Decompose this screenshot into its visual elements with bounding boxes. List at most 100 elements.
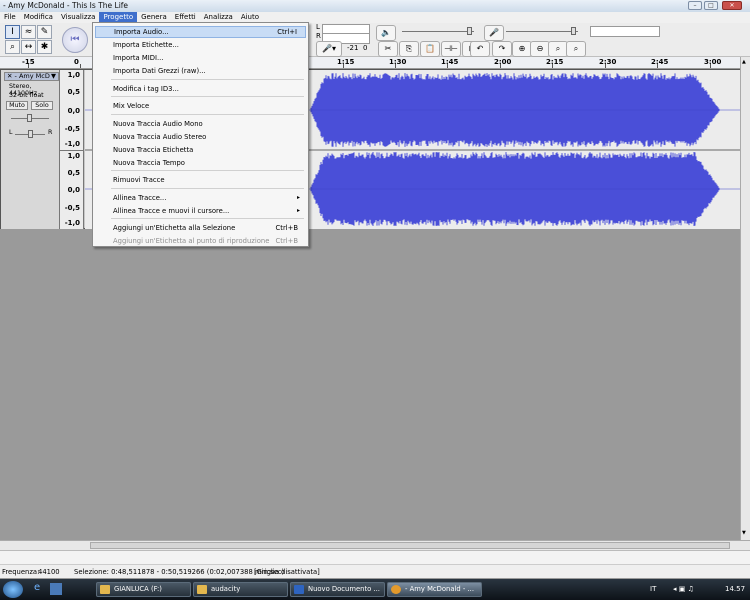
cut-icon[interactable]: ✂ [378, 41, 398, 57]
project-menu-item[interactable]: Modifica i tag ID3... [95, 83, 306, 95]
undo-icon[interactable]: ↶ [470, 41, 490, 57]
project-menu-item[interactable]: Nuova Traccia Tempo [95, 157, 306, 169]
ruler-tick-mark [447, 64, 448, 68]
playback-volume-slider[interactable] [467, 27, 472, 35]
close-button[interactable]: ✕ [722, 1, 742, 10]
close-icon[interactable]: ✕ [7, 72, 12, 80]
vertical-scrollbar[interactable]: ▲ ▼ [740, 57, 750, 540]
menu-modifica[interactable]: Modifica [20, 12, 57, 23]
minimize-button[interactable]: – [688, 1, 702, 10]
project-menu-item[interactable]: Importa Dati Grezzi (raw)... [95, 65, 306, 77]
ruler-tick-mark [395, 64, 396, 68]
project-menu-item[interactable]: Allinea Tracce e muovi il cursore... ▸ [95, 205, 306, 217]
project-menu-item[interactable]: Aggiungi un'Etichetta alla Selezione Ctrl… [95, 222, 306, 234]
clock[interactable]: 14.57 [725, 585, 745, 593]
fit-selection-icon[interactable]: ⌕ [548, 41, 568, 57]
fit-project-icon[interactable]: ⌕ [566, 41, 586, 57]
project-menu-item-label: Importa MIDI... [113, 54, 164, 62]
menu-file[interactable]: File [0, 12, 20, 23]
ruler-tick-label: 2:45 [651, 58, 669, 66]
project-menu-item-label: Modifica i tag ID3... [113, 85, 179, 93]
track-name-dropdown[interactable]: ✕ - Amy McD ▼ [4, 72, 59, 81]
ruler-tick-label: 2:30 [599, 58, 617, 66]
project-menu-item[interactable]: Rimuovi Tracce [95, 174, 306, 186]
language-indicator[interactable]: IT [650, 585, 656, 593]
paste-icon[interactable]: 📋 [420, 41, 440, 57]
mic-icon[interactable]: 🎤 [484, 25, 504, 41]
draw-tool-icon[interactable]: ✎ [37, 25, 52, 39]
maximize-button[interactable]: □ [704, 1, 718, 10]
submenu-arrow-icon: ▸ [296, 207, 300, 214]
envelope-tool-icon[interactable]: ≈ [21, 25, 36, 39]
zoom-in-icon[interactable]: ⊕ [512, 41, 532, 57]
frequency-value[interactable]: 44100 [38, 568, 60, 576]
project-menu-item-label: Nuova Traccia Audio Mono [113, 120, 203, 128]
menu-shortcut: Ctrl+I [277, 28, 297, 36]
ie-icon[interactable]: e [34, 582, 44, 596]
selection-tool-icon[interactable]: I [5, 25, 20, 39]
menu-separator [111, 79, 304, 80]
project-menu-item[interactable]: Mix Veloce [95, 100, 306, 112]
start-button[interactable] [3, 581, 23, 598]
track-name: - Amy McD [14, 72, 50, 80]
mute-button[interactable]: Muto [6, 101, 28, 110]
solo-button[interactable]: Solo [31, 101, 53, 110]
project-menu-item-label: Importa Dati Grezzi (raw)... [113, 67, 206, 75]
project-menu-item[interactable]: Nuova Traccia Audio Stereo [95, 131, 306, 143]
meter-left-label: L [316, 23, 320, 31]
taskbar-button-audacity-folder[interactable]: audacity [193, 582, 288, 597]
taskbar-button-audacity[interactable]: - Amy McDonald - ... [387, 582, 482, 597]
meter-right-label: R [316, 32, 321, 40]
horizontal-scroll-thumb[interactable] [90, 542, 730, 549]
redo-icon[interactable]: ↷ [492, 41, 512, 57]
selection-toolbar [0, 551, 750, 565]
project-menu-item[interactable]: Importa Audio... Ctrl+I [95, 26, 306, 38]
zoom-out-icon[interactable]: ⊖ [530, 41, 550, 57]
zoom-tool-icon[interactable]: ⌕ [5, 40, 20, 54]
project-menu-item-label: Allinea Tracce... [113, 194, 167, 202]
scroll-down-icon[interactable]: ▼ [742, 530, 749, 537]
taskbar-button-document[interactable]: Nuovo Documento ... [290, 582, 385, 597]
project-menu-item[interactable]: Allinea Tracce... ▸ [95, 192, 306, 204]
taskbar-button-gianluca[interactable]: GIANLUCA (F:) [96, 582, 191, 597]
menu-shortcut: Ctrl+B [275, 224, 298, 232]
ruler-tick-label: 0 [74, 58, 79, 66]
gain-slider[interactable] [27, 114, 32, 122]
menu-shortcut: Ctrl+B [275, 237, 298, 245]
mic-dropdown-icon[interactable]: 🎤▾ [316, 41, 342, 57]
ruler-tick-mark [605, 64, 606, 68]
project-menu-item[interactable]: Nuova Traccia Audio Mono [95, 118, 306, 130]
project-menu: Importa Audio... Ctrl+I Importa Etichette.… [92, 22, 309, 247]
copy-icon[interactable]: ⎘ [399, 41, 419, 57]
horizontal-scrollbar[interactable] [0, 540, 750, 550]
project-menu-item-label: Nuova Traccia Etichetta [113, 146, 194, 154]
pan-slider[interactable] [28, 130, 33, 138]
menu-separator [111, 96, 304, 97]
input-device-select[interactable] [590, 26, 660, 37]
skip-start-icon[interactable]: ⏮ [62, 27, 88, 53]
project-menu-item[interactable]: Importa Etichette... [95, 39, 306, 51]
ruler-tick-mark [80, 64, 81, 68]
grid-status: [Griglia disattivata] [254, 568, 320, 576]
project-menu-item[interactable]: Nuova Traccia Etichetta [95, 144, 306, 156]
scale-label: 1,0 [67, 71, 80, 79]
speaker-icon[interactable]: 🔈 [376, 25, 396, 41]
taskbar: e GIANLUCA (F:) audacity Nuovo Documento… [0, 579, 750, 600]
project-menu-item-label: Rimuovi Tracce [113, 176, 165, 184]
multi-tool-icon[interactable]: ✱ [37, 40, 52, 54]
submenu-arrow-icon: ▸ [296, 194, 300, 201]
project-menu-item-label: Importa Audio... [114, 28, 169, 36]
folder-icon [197, 585, 207, 594]
project-menu-item: Aggiungi un'Etichetta al punto di riprod… [95, 235, 306, 247]
tray-icons[interactable]: ◂ ▣ ♫ [673, 585, 694, 593]
ruler-tick-mark [28, 64, 29, 68]
timeshift-tool-icon[interactable]: ↔ [21, 40, 36, 54]
trim-icon[interactable]: ⊣⊢ [441, 41, 461, 57]
scale-label: -1,0 [64, 219, 80, 227]
project-menu-item-label: Allinea Tracce e muovi il cursore... [113, 207, 230, 215]
scroll-up-icon[interactable]: ▲ [742, 59, 749, 66]
record-volume-slider[interactable] [571, 27, 576, 35]
show-desktop-icon[interactable] [50, 583, 62, 595]
project-menu-item[interactable]: Importa MIDI... [95, 52, 306, 64]
playback-volume-track [402, 31, 474, 32]
